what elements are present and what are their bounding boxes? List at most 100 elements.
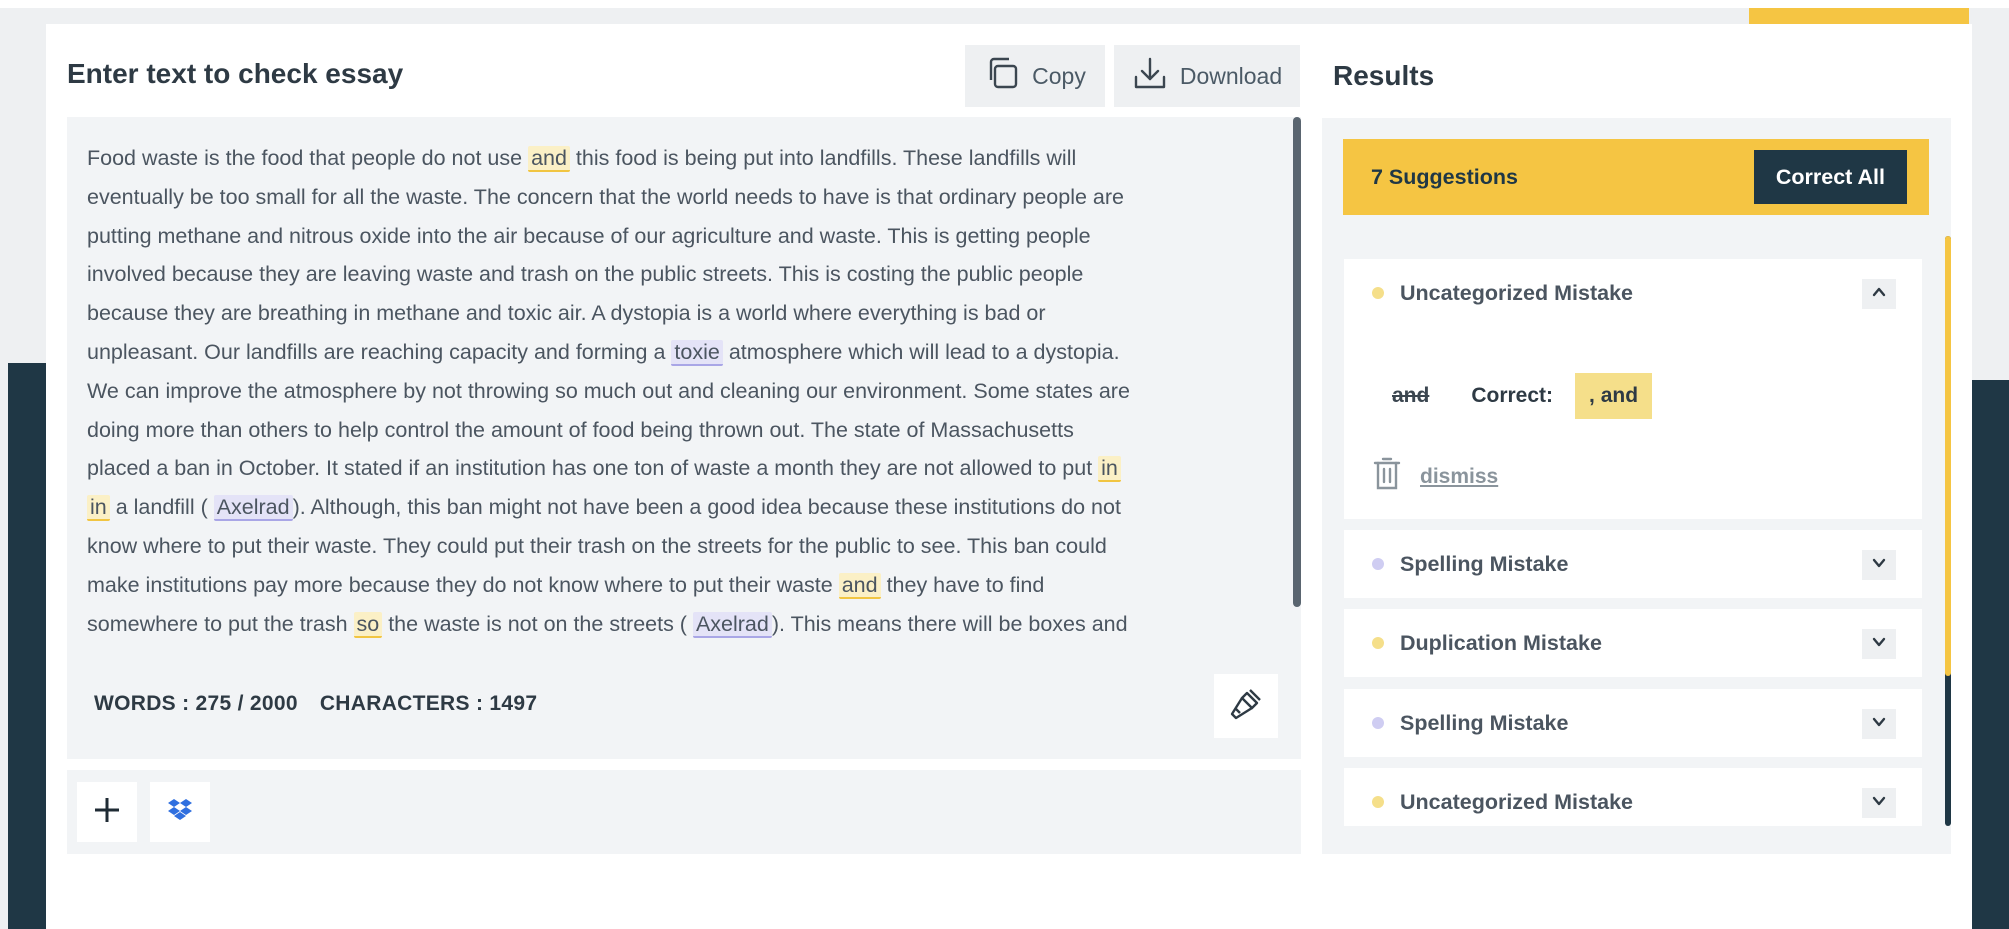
original-word: and: [1392, 384, 1430, 407]
copy-icon: [984, 55, 1020, 97]
results-title: Results: [1333, 60, 1435, 91]
text-segment: ). Although, this ban might not have bee…: [292, 495, 1121, 520]
copy-label: Copy: [1032, 62, 1086, 89]
expand-button[interactable]: [1862, 629, 1896, 659]
text-line: involved because they are leaving waste …: [87, 255, 1282, 294]
download-button[interactable]: Download: [1114, 45, 1300, 107]
expand-button[interactable]: [1862, 788, 1896, 818]
text-segment: ). This means there will be boxes and: [771, 611, 1128, 636]
editor-title: Enter text to check essay: [67, 58, 404, 89]
word-count: WORDS : 275 / 2000: [94, 692, 298, 715]
text-line: somewhere to put the trash so the waste …: [87, 605, 1282, 644]
text-line: in a landfill ( Axelrad). Although, this…: [87, 488, 1282, 527]
collapse-button[interactable]: [1862, 279, 1896, 309]
text-segment: We can improve the atmosphere by not thr…: [87, 378, 1130, 403]
text-segment: unpleasant. Our landfills are reaching c…: [87, 339, 672, 364]
mistake-title: Duplication Mistake: [1400, 630, 1602, 655]
copy-button[interactable]: Copy: [965, 45, 1105, 107]
results-panel: 7 Suggestions Correct All Uncategorized …: [1322, 118, 1951, 854]
character-count: CHARACTERS : 1497: [319, 692, 538, 715]
text-segment: they have to find: [880, 572, 1045, 597]
text-line: because they are breathing in methane an…: [87, 294, 1282, 333]
highlight-spelling[interactable]: Axelrad: [692, 611, 772, 638]
chevron-down-icon: [1871, 555, 1887, 576]
category-dot: [1372, 637, 1384, 649]
text-line: placed a ban in October. It stated if an…: [87, 449, 1282, 488]
correction-row: and Correct: , and: [1392, 373, 1653, 419]
editor-footer: [67, 770, 1301, 854]
text-segment: involved because they are leaving waste …: [87, 262, 1084, 287]
highlight-spelling[interactable]: Axelrad: [213, 495, 293, 522]
text-line: doing more than others to help control t…: [87, 411, 1282, 450]
dropbox-icon: [168, 798, 192, 826]
text-segment: the waste is not on the streets (: [382, 611, 693, 636]
text-segment: this food is being put into landfills. T…: [569, 146, 1077, 170]
category-dot: [1372, 796, 1384, 808]
mistake-card[interactable]: Duplication Mistake: [1344, 609, 1922, 677]
text-line: eventually be too small for all the wast…: [87, 178, 1282, 217]
highlight-grammar[interactable]: in: [1098, 456, 1121, 483]
chevron-up-icon: [1871, 284, 1887, 305]
expand-button[interactable]: [1862, 550, 1896, 580]
add-file-button[interactable]: [77, 782, 137, 842]
text-line: know where to put their waste. They coul…: [87, 527, 1282, 566]
chevron-down-icon: [1871, 793, 1887, 814]
text-segment: placed a ban in October. It stated if an…: [87, 456, 1099, 481]
text-segment: doing more than others to help control t…: [87, 417, 1074, 442]
text-segment: eventually be too small for all the wast…: [87, 184, 1124, 209]
highlight-grammar[interactable]: and: [838, 572, 881, 599]
mistake-header[interactable]: Uncategorized Mistake: [1344, 768, 1922, 826]
text-counts: WORDS : 275 / 2000 CHARACTERS : 1497: [94, 692, 537, 716]
mistake-header[interactable]: Duplication Mistake: [1344, 609, 1922, 677]
chevron-down-icon: [1871, 634, 1887, 655]
dropbox-button[interactable]: [150, 782, 210, 842]
dismiss-link[interactable]: dismiss: [1420, 465, 1498, 489]
correct-all-button[interactable]: Correct All: [1753, 150, 1907, 204]
results-scrollbar-thumb[interactable]: [1945, 236, 1951, 676]
brush-icon: [1226, 684, 1266, 729]
mistake-card[interactable]: Spelling Mistake: [1344, 530, 1922, 598]
text-segment: atmosphere which will lead to a dystopia…: [722, 339, 1120, 364]
background-dark-left: [8, 363, 48, 929]
mistake-card-expanded[interactable]: Uncategorized Mistake and Correct: , and: [1344, 259, 1922, 519]
trash-icon: [1372, 457, 1402, 496]
top-strip: [0, 0, 2009, 8]
text-line: We can improve the atmosphere by not thr…: [87, 372, 1282, 411]
text-segment: putting methane and nitrous oxide into t…: [87, 223, 1091, 248]
correct-suggestion[interactable]: , and: [1575, 373, 1653, 419]
expand-button[interactable]: [1862, 709, 1896, 739]
highlight-spelling[interactable]: toxie: [671, 339, 723, 366]
mistake-header[interactable]: Uncategorized Mistake: [1344, 259, 1922, 327]
category-dot: [1372, 287, 1384, 299]
category-dot: [1372, 558, 1384, 570]
download-icon: [1132, 55, 1168, 97]
category-dot: [1372, 717, 1384, 729]
mistake-title: Uncategorized Mistake: [1400, 789, 1633, 814]
essay-editor[interactable]: Food waste is the food that people do no…: [67, 117, 1301, 759]
correct-label: Correct:: [1471, 384, 1554, 407]
suggestions-count: 7 Suggestions: [1371, 164, 1518, 189]
highlight-grammar[interactable]: so: [353, 611, 383, 638]
text-segment: a landfill (: [109, 495, 214, 520]
mistake-header[interactable]: Spelling Mistake: [1344, 530, 1922, 598]
highlight-grammar[interactable]: in: [87, 495, 110, 522]
text-line: make institutions pay more because they …: [87, 566, 1282, 605]
dismiss-row: dismiss: [1372, 457, 1498, 496]
text-line: Food waste is the food that people do no…: [87, 139, 1282, 178]
text-segment: because they are breathing in methane an…: [87, 301, 1046, 326]
text-line: unpleasant. Our landfills are reaching c…: [87, 333, 1282, 372]
highlight-grammar[interactable]: and: [528, 146, 570, 172]
text-segment: know where to put their waste. They coul…: [87, 533, 1107, 558]
text-segment: Food waste is the food that people do no…: [87, 146, 529, 170]
mistake-card[interactable]: Spelling Mistake: [1344, 689, 1922, 757]
mistake-card[interactable]: Uncategorized Mistake: [1344, 768, 1922, 826]
essay-text[interactable]: Food waste is the food that people do no…: [87, 139, 1282, 643]
suggestions-bar: 7 Suggestions Correct All: [1343, 139, 1929, 215]
editor-scrollbar[interactable]: [1293, 117, 1301, 607]
clear-text-button[interactable]: [1214, 674, 1278, 738]
text-segment: somewhere to put the trash: [87, 611, 354, 636]
text-line: putting methane and nitrous oxide into t…: [87, 217, 1282, 256]
plus-icon: [93, 796, 121, 829]
mistake-header[interactable]: Spelling Mistake: [1344, 689, 1922, 757]
text-segment: make institutions pay more because they …: [87, 572, 839, 597]
